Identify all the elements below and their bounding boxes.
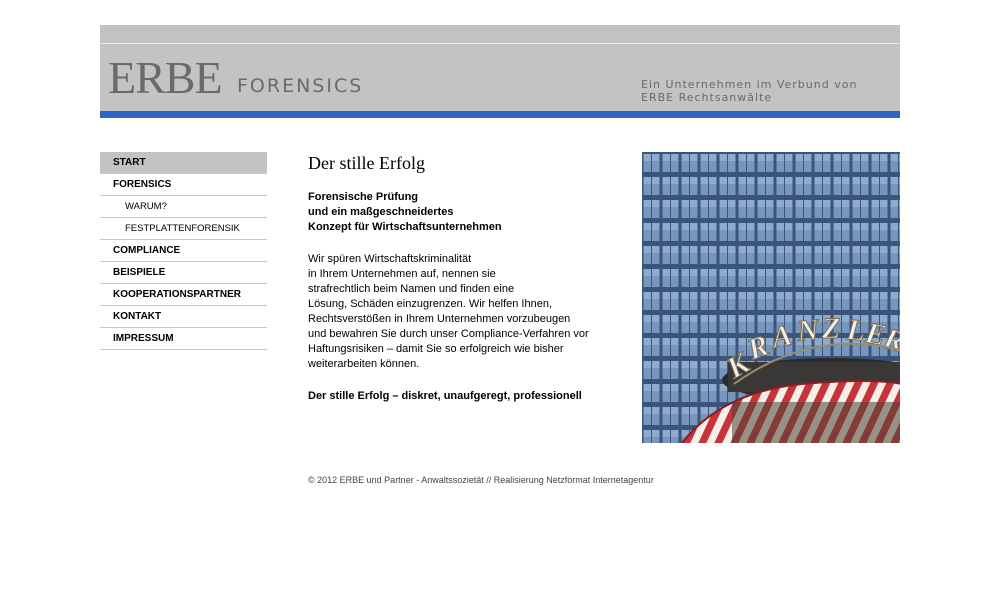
- nav-subitem-festplattenforensik[interactable]: FESTPLATTENFORENSIK: [100, 218, 267, 240]
- nav-subitem-warum[interactable]: WARUM?: [100, 196, 267, 218]
- body-text: Wir spüren Wirtschaftskriminalität in Ih…: [308, 252, 608, 372]
- header-accent-bar: [100, 111, 900, 118]
- svg-text:N: N: [795, 313, 822, 348]
- header-top-strip: [100, 25, 900, 43]
- logo-erbe[interactable]: ERBE: [108, 55, 223, 101]
- header-tagline: Ein Unternehmen im Verbund von ERBE Rech…: [641, 78, 857, 104]
- intro-line: und ein maßgeschneidertes: [308, 206, 454, 218]
- intro-text: Forensische Prüfung und ein maßgeschneid…: [308, 190, 608, 235]
- body-line: und bewahren Sie durch unser Compliance-…: [308, 328, 589, 340]
- building-photo: K R A N Z L E R: [642, 152, 900, 443]
- tagline-line-1: Ein Unternehmen im Verbund von: [641, 78, 858, 91]
- closing-statement: Der stille Erfolg – diskret, unaufgeregt…: [308, 390, 582, 402]
- svg-text:Z: Z: [821, 312, 840, 345]
- intro-line: Forensische Prüfung: [308, 191, 419, 203]
- body-line: weiterarbeiten können.: [308, 358, 420, 370]
- page-title: Der stille Erfolg: [308, 153, 425, 173]
- tagline-line-2: ERBE Rechtsanwälte: [641, 91, 773, 104]
- body-line: strafrechtlich beim Namen und finden ein…: [308, 283, 515, 295]
- main-navigation: START FORENSICS WARUM? FESTPLATTENFORENS…: [100, 152, 267, 350]
- body-line: in Ihrem Unternehmen auf, nennen sie: [308, 268, 496, 280]
- nav-item-forensics[interactable]: FORENSICS: [100, 174, 267, 196]
- body-line: Haftungsrisiken – damit Sie so erfolgrei…: [308, 343, 564, 355]
- building-photo-illustration: K R A N Z L E R: [642, 152, 900, 443]
- nav-item-kontakt[interactable]: KONTAKT: [100, 306, 267, 328]
- body-line: Rechtsverstößen in Ihrem Unternehmen vor…: [308, 313, 571, 325]
- nav-item-compliance[interactable]: COMPLIANCE: [100, 240, 267, 262]
- intro-line: Konzept für Wirtschaftsunternehmen: [308, 221, 502, 233]
- main-content: Der stille Erfolg Forensische Prüfung un…: [308, 152, 608, 404]
- body-line: Lösung, Schäden einzugrenzen. Wir helfen…: [308, 298, 552, 310]
- nav-item-impressum[interactable]: IMPRESSUM: [100, 328, 267, 350]
- nav-item-beispiele[interactable]: BEISPIELE: [100, 262, 267, 284]
- site-header: ERBE FORENSICS Ein Unternehmen im Verbun…: [100, 44, 900, 111]
- nav-item-start[interactable]: START: [100, 152, 267, 174]
- logo-forensics[interactable]: FORENSICS: [237, 76, 363, 96]
- body-line: Wir spüren Wirtschaftskriminalität: [308, 253, 472, 265]
- footer-text: © 2012 ERBE und Partner - Anwaltssozietä…: [308, 475, 654, 485]
- nav-item-kooperationspartner[interactable]: KOOPERATIONSPARTNER: [100, 284, 267, 306]
